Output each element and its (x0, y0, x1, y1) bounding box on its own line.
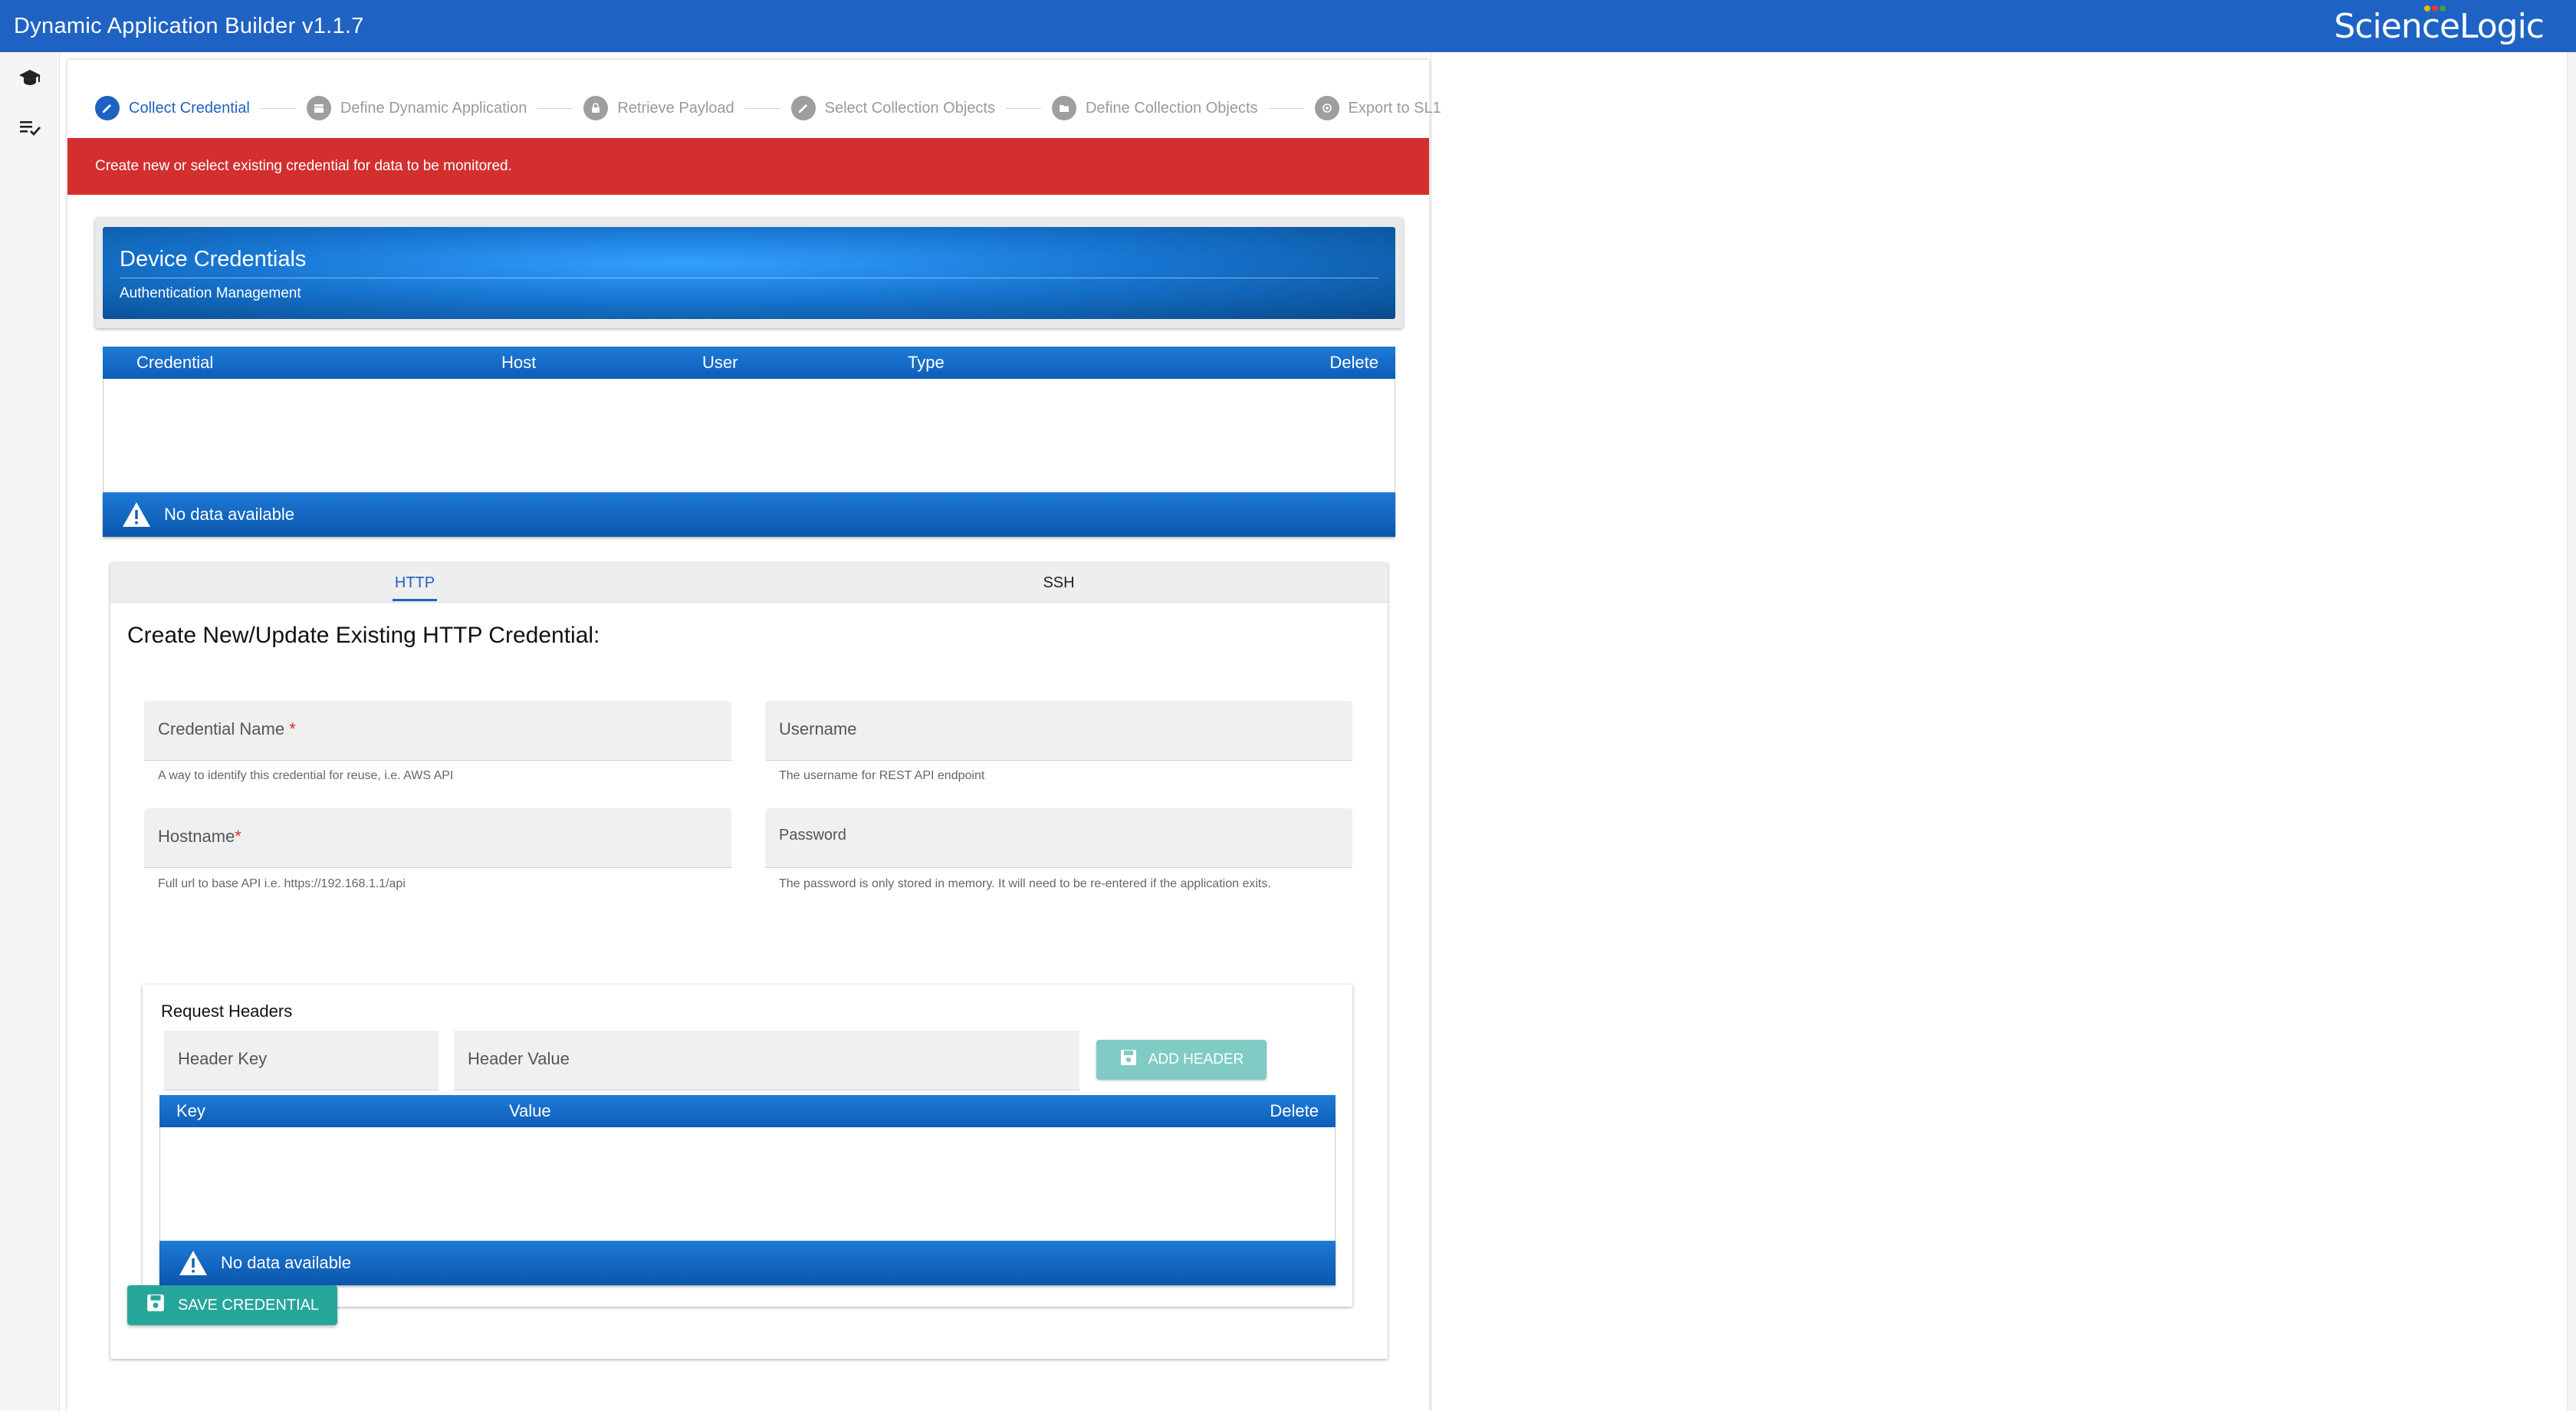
step-connector (260, 107, 296, 109)
headers-empty-state: No data available (159, 1241, 1336, 1285)
column-header-credential[interactable]: Credential (136, 353, 213, 373)
instruction-alert: Create new or select existing credential… (67, 138, 1429, 195)
headers-table-body (159, 1127, 1336, 1241)
form-title: Create New/Update Existing HTTP Credenti… (127, 623, 600, 648)
credentials-table-header: Credential Host User Type Delete (103, 347, 1395, 379)
section-title: Device Credentials (120, 247, 307, 271)
step-retrieve-payload[interactable]: Retrieve Payload (583, 96, 734, 120)
pencil-icon (95, 96, 120, 120)
column-header-value[interactable]: Value (509, 1101, 551, 1121)
app-bar: Dynamic Application Builder v1.1.7 Scien… (0, 0, 2576, 52)
credentials-table-body (103, 379, 1395, 492)
empty-state-text: No data available (221, 1253, 352, 1272)
field-label: Credential Name (158, 719, 285, 738)
username-field[interactable]: Username (765, 701, 1352, 761)
step-connector (744, 107, 780, 109)
step-connector (1005, 107, 1041, 109)
step-connector (1268, 107, 1304, 109)
tab-ssh[interactable]: SSH (1030, 563, 1087, 603)
hostname-field[interactable]: Hostname* (144, 808, 731, 868)
step-label: Select Collection Objects (824, 99, 995, 117)
column-header-delete: Delete (1329, 353, 1378, 372)
header-value-input[interactable]: Header Value (454, 1031, 1079, 1090)
header-key-placeholder: Header Key (178, 1049, 268, 1068)
step-label: Export to SL1 (1348, 99, 1441, 117)
brand-logo: ScienceLogic (2334, 5, 2562, 46)
brand-dots-icon (2423, 2, 2446, 15)
calendar-icon (306, 96, 331, 120)
graduation-cap-icon[interactable] (0, 52, 60, 103)
export-icon (1314, 96, 1339, 120)
header-value-placeholder: Header Value (468, 1049, 570, 1068)
credential-name-field[interactable]: Credential Name * (144, 701, 731, 761)
folder-icon (1051, 96, 1076, 120)
request-headers-card: Request Headers Header Key Header Value … (143, 985, 1352, 1307)
warning-icon (121, 501, 152, 528)
column-header-delete: Delete (1270, 1101, 1319, 1120)
field-label: Hostname (158, 827, 235, 846)
credential-form-card: HTTP SSH Create New/Update Existing HTTP… (110, 563, 1388, 1359)
password-field[interactable]: Password (765, 808, 1352, 868)
password-hint: The password is only stored in memory. I… (779, 877, 1271, 890)
required-marker: * (235, 827, 242, 846)
step-label: Collect Credential (129, 99, 250, 117)
request-headers-title: Request Headers (161, 1002, 293, 1021)
tab-http[interactable]: HTTP (386, 563, 443, 603)
column-header-key[interactable]: Key (176, 1101, 205, 1121)
checklist-icon[interactable] (0, 103, 60, 153)
step-define-dynamic-application[interactable]: Define Dynamic Application (306, 96, 527, 120)
step-label: Retrieve Payload (617, 99, 734, 117)
field-label: Username (779, 719, 857, 738)
wizard-stepper: Collect Credential Define Dynamic Applic… (95, 83, 1441, 133)
step-label: Define Dynamic Application (340, 99, 527, 117)
credential-name-hint: A way to identify this credential for re… (158, 769, 454, 782)
column-header-type[interactable]: Type (908, 353, 945, 373)
save-credential-button[interactable]: SAVE CREDENTIAL (127, 1285, 337, 1325)
add-header-label: ADD HEADER (1148, 1051, 1244, 1067)
device-credentials-card: Device Credentials Authentication Manage… (95, 218, 1403, 328)
headers-table-header: Key Value Delete (159, 1095, 1336, 1127)
column-header-host[interactable]: Host (501, 353, 536, 373)
left-sidebar (0, 52, 60, 1411)
save-icon (1119, 1048, 1138, 1071)
save-credential-label: SAVE CREDENTIAL (177, 1296, 320, 1314)
step-define-collection-objects[interactable]: Define Collection Objects (1051, 96, 1258, 120)
column-header-user[interactable]: User (702, 353, 738, 373)
device-credentials-banner: Device Credentials Authentication Manage… (103, 227, 1395, 319)
warning-icon (178, 1249, 209, 1277)
page-scrollbar[interactable] (2567, 52, 2576, 1411)
builder-panel: Collect Credential Define Dynamic Applic… (67, 60, 1441, 1411)
save-icon (146, 1293, 166, 1317)
step-connector (537, 107, 573, 109)
step-export-to-sl1[interactable]: Export to SL1 (1314, 96, 1441, 120)
credential-type-tabs: HTTP SSH (110, 563, 1388, 603)
pencil-icon (790, 96, 816, 120)
step-label: Define Collection Objects (1085, 99, 1258, 117)
hostname-hint: Full url to base API i.e. https://192.16… (158, 877, 406, 890)
username-hint: The username for REST API endpoint (779, 769, 985, 782)
add-header-button[interactable]: ADD HEADER (1096, 1040, 1267, 1080)
app-title: Dynamic Application Builder v1.1.7 (14, 13, 364, 38)
step-select-collection-objects[interactable]: Select Collection Objects (790, 96, 995, 120)
empty-workspace (1431, 52, 2576, 1411)
section-subtitle: Authentication Management (120, 285, 301, 301)
header-key-input[interactable]: Header Key (164, 1031, 439, 1090)
step-collect-credential[interactable]: Collect Credential (95, 96, 250, 120)
credentials-empty-state: No data available (103, 492, 1395, 537)
lock-icon (583, 96, 609, 120)
empty-state-text: No data available (164, 505, 295, 524)
required-marker: * (289, 719, 296, 738)
field-label: Password (779, 827, 846, 844)
